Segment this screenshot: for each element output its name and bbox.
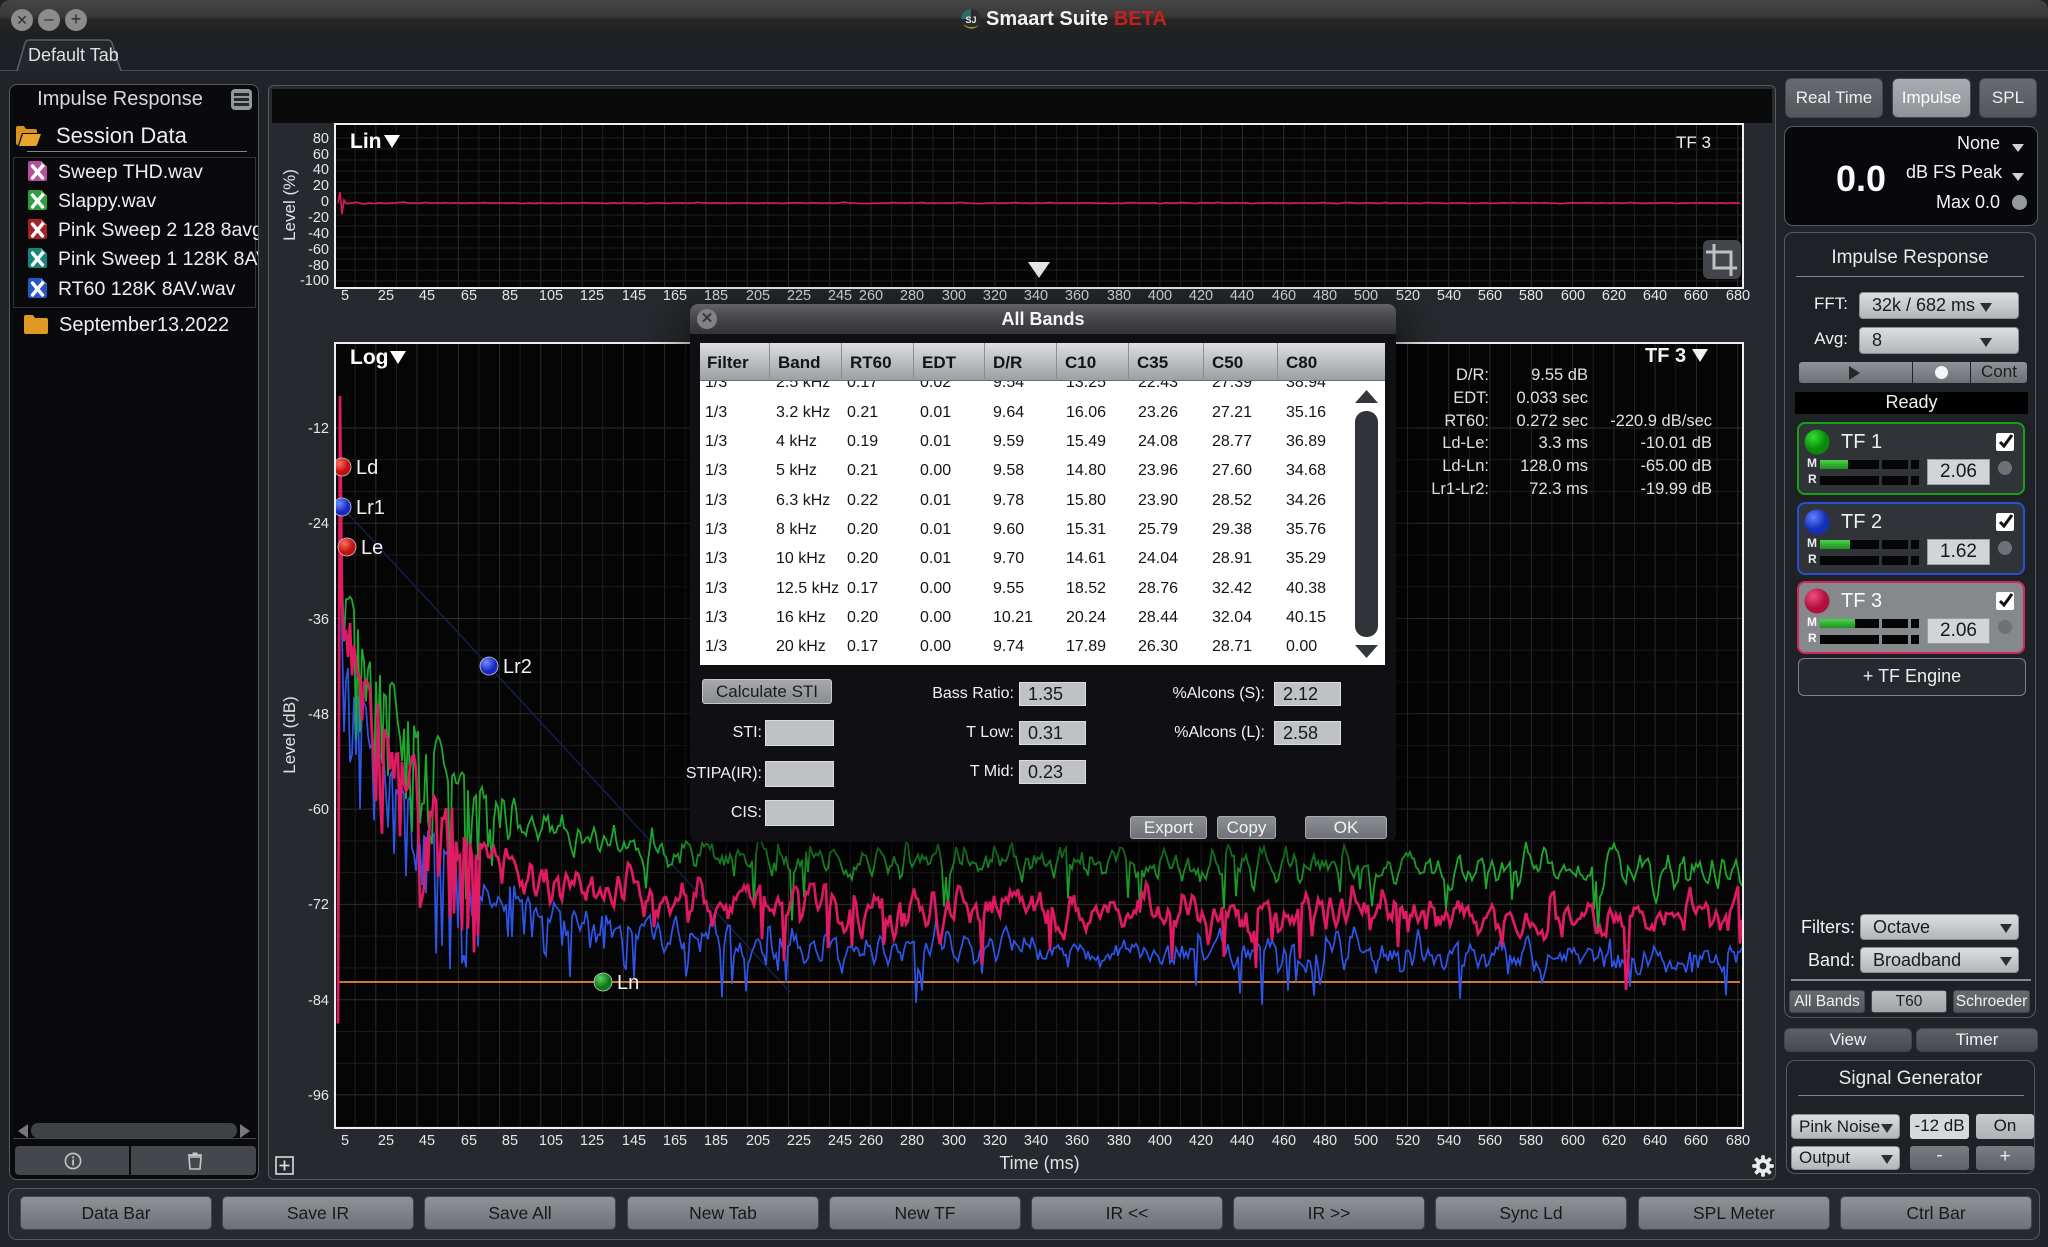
svg-text:Lr2: Lr2 [503,656,532,678]
svg-text:Ln: Ln [617,972,639,994]
svg-text:Le: Le [361,537,383,559]
svg-text:Ld: Ld [356,457,378,479]
svg-text:Lr1: Lr1 [356,497,385,519]
svg-text:SJ: SJ [965,15,976,25]
